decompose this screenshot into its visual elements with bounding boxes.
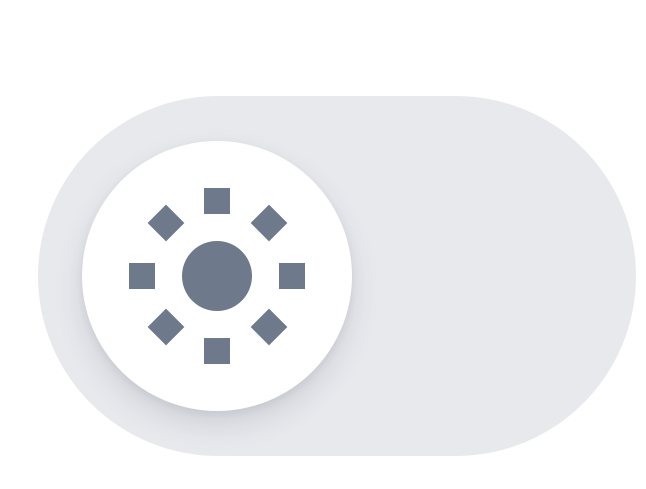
sun-ray-top-right bbox=[250, 204, 288, 242]
toggle-knob[interactable] bbox=[82, 141, 352, 411]
sun-ray-bottom bbox=[204, 338, 230, 364]
sun-ray-right bbox=[279, 263, 305, 289]
sun-ray-bottom-right bbox=[250, 308, 288, 346]
theme-toggle-switch[interactable] bbox=[38, 96, 636, 456]
sun-ray-bottom-left bbox=[147, 308, 185, 346]
sun-ray-left bbox=[129, 263, 155, 289]
sun-ray-top-left bbox=[147, 204, 185, 242]
theme-toggle-container bbox=[0, 0, 646, 489]
sun-ray-top bbox=[204, 188, 230, 214]
sun-core bbox=[182, 241, 252, 311]
sun-icon bbox=[129, 188, 305, 364]
